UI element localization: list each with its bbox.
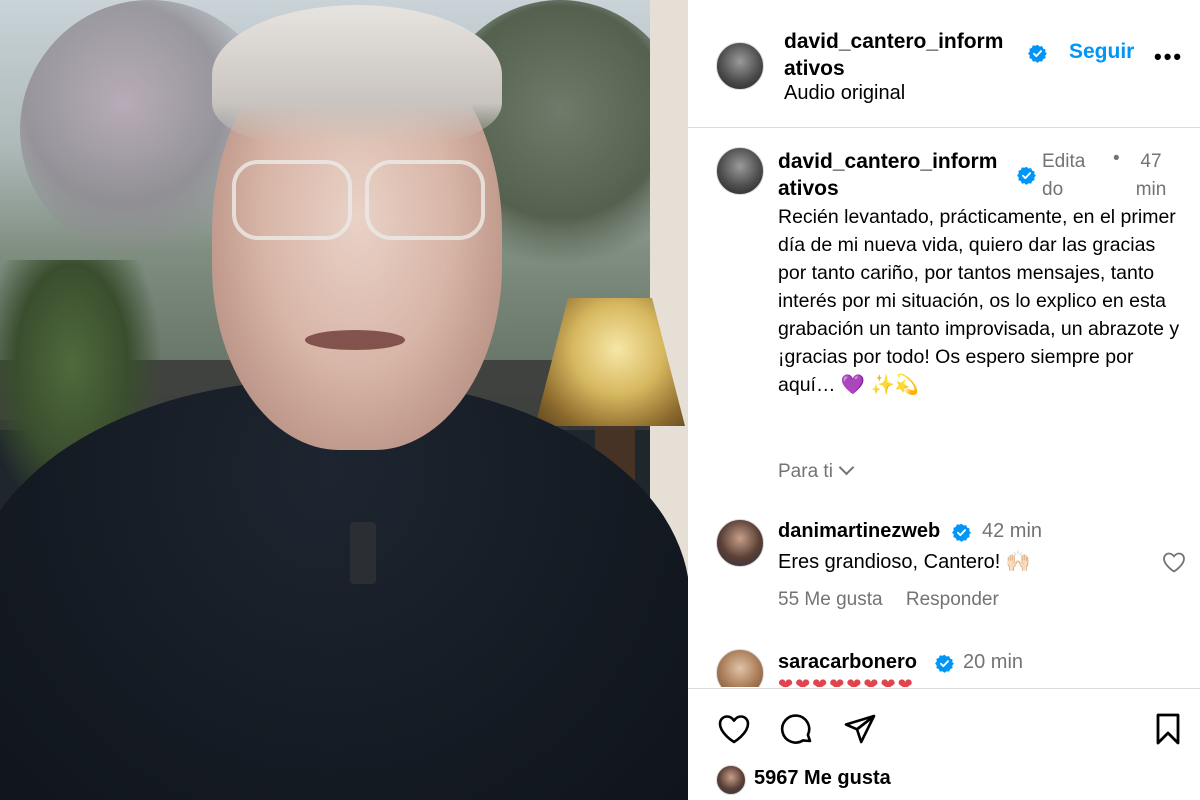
- author-username[interactable]: david_cantero_inform ativos: [784, 28, 1020, 82]
- glasses-right-lens: [365, 160, 485, 240]
- post-actions-bar: 5967 Me gusta: [688, 688, 1200, 800]
- author-avatar[interactable]: [716, 42, 764, 90]
- audio-label[interactable]: Audio original: [784, 82, 905, 105]
- edited-label-line1: Edita: [1042, 151, 1086, 172]
- caption-text: Recién levantado, prácticamente, en el p…: [778, 206, 1180, 396]
- caption-username[interactable]: david_cantero_inform ativos: [778, 148, 1016, 202]
- person-hair: [212, 5, 502, 145]
- for-you-dropdown[interactable]: Para ti: [778, 459, 855, 483]
- caption-username-line2[interactable]: ativos: [778, 175, 1016, 202]
- comment-username[interactable]: saracarbonero: [778, 651, 917, 674]
- post-side-panel: david_cantero_inform ativos Seguir ••• A…: [688, 0, 1200, 800]
- comment-meta: 55 Me gusta Responder: [778, 589, 1017, 611]
- caption-timestamp-line1[interactable]: 47: [1126, 148, 1176, 176]
- comment-username[interactable]: danimartinezweb: [778, 520, 940, 543]
- chevron-down-icon: [838, 459, 855, 476]
- verified-badge-icon: [1017, 166, 1036, 185]
- edited-label: Edita do: [1042, 148, 1098, 204]
- liker-avatar[interactable]: [716, 765, 746, 795]
- likes-count[interactable]: 5967 Me gusta: [754, 767, 891, 790]
- caption-timestamp-line2[interactable]: min: [1126, 176, 1176, 204]
- follow-button[interactable]: Seguir: [1069, 40, 1134, 64]
- heart-icon[interactable]: [716, 711, 752, 747]
- glasses-left-lens: [232, 160, 352, 240]
- reply-button[interactable]: Responder: [906, 589, 999, 610]
- more-options-icon[interactable]: •••: [1154, 46, 1183, 68]
- bookmark-icon[interactable]: [1150, 711, 1186, 747]
- verified-badge-icon: [935, 654, 954, 673]
- verified-badge-icon: [1028, 44, 1047, 63]
- comment-avatar[interactable]: [716, 519, 764, 567]
- author-username-line2[interactable]: ativos: [784, 55, 1020, 82]
- post-video[interactable]: [0, 0, 688, 800]
- comment-text: Eres grandioso, Cantero! 🙌🏻: [778, 551, 1031, 573]
- edited-label-line2: do: [1042, 179, 1064, 200]
- meta-separator: •: [1113, 148, 1120, 169]
- caption-username-line1[interactable]: david_cantero_inform: [778, 148, 1016, 175]
- person-mouth: [305, 330, 405, 350]
- author-username-line1[interactable]: david_cantero_inform: [784, 28, 1020, 55]
- comment-timestamp[interactable]: 20 min: [963, 651, 1023, 674]
- paper-plane-icon[interactable]: [842, 711, 878, 747]
- post-header: david_cantero_inform ativos Seguir ••• A…: [688, 0, 1200, 128]
- comment-avatar[interactable]: [716, 649, 764, 687]
- lapel-microphone: [350, 522, 376, 584]
- verified-badge-icon: [952, 523, 971, 542]
- comments-scroll-area[interactable]: david_cantero_inform ativos Edita do • 4…: [688, 129, 1200, 687]
- comment-icon[interactable]: [779, 711, 815, 747]
- caption-author-avatar[interactable]: [716, 147, 764, 195]
- comment-likes-count[interactable]: 55 Me gusta: [778, 589, 883, 610]
- comment-text: ❤❤❤❤❤❤❤❤: [778, 675, 915, 687]
- for-you-label[interactable]: Para ti: [778, 461, 833, 482]
- comment-timestamp[interactable]: 42 min: [982, 520, 1042, 543]
- comment-like-heart-icon[interactable]: [1162, 551, 1186, 573]
- caption-timestamp[interactable]: 47 min: [1126, 148, 1176, 204]
